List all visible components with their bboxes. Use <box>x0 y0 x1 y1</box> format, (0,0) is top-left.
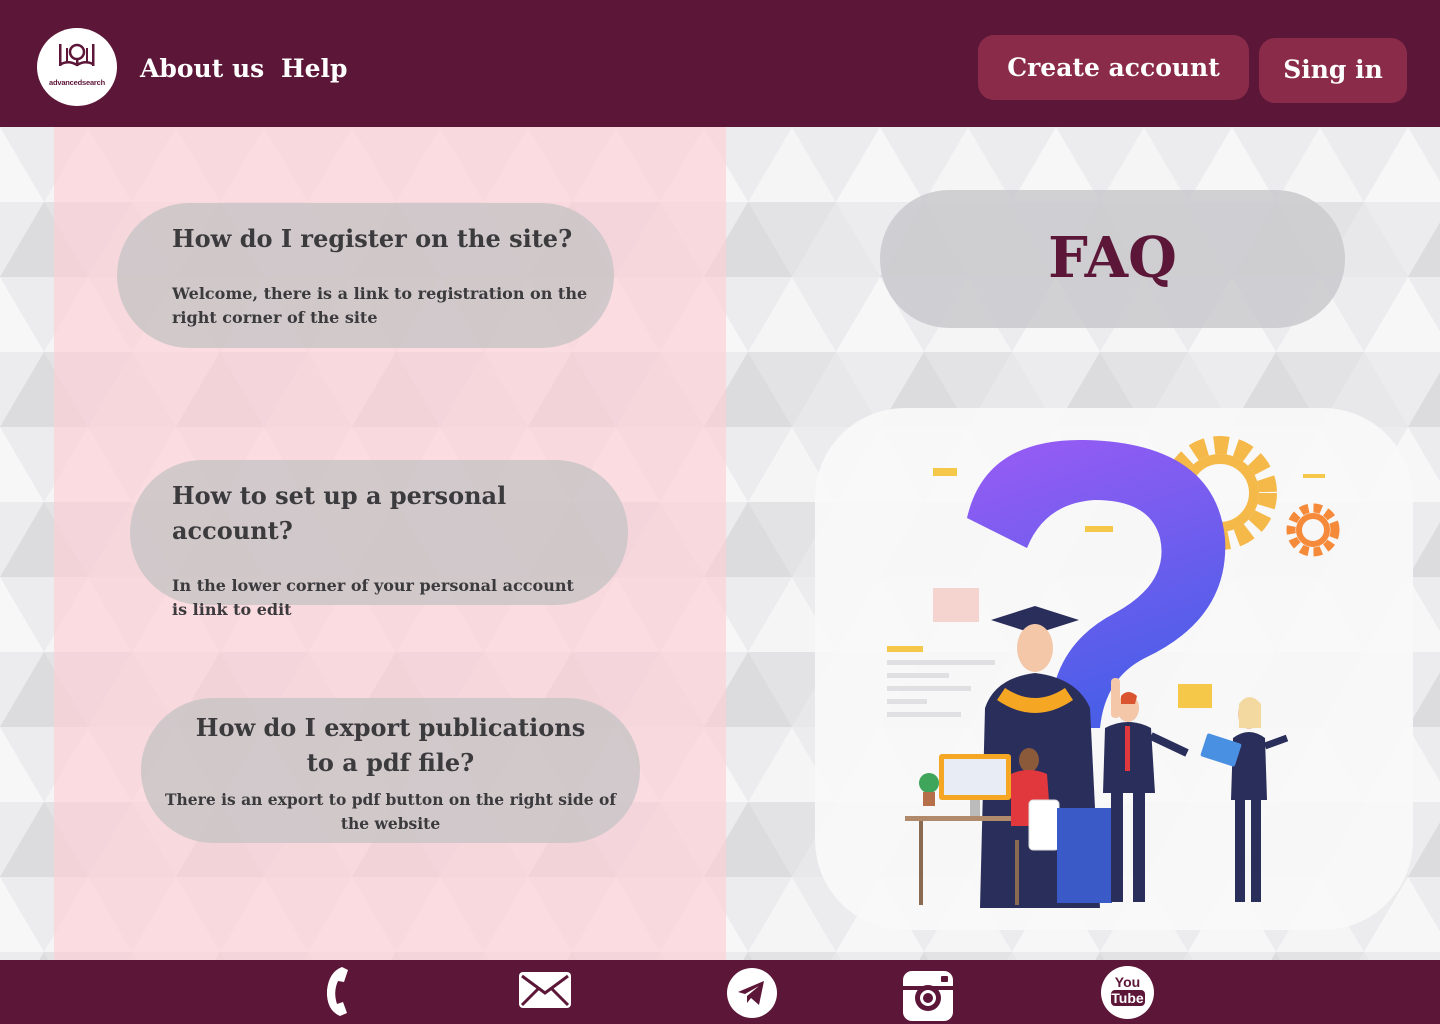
mail-icon[interactable] <box>518 971 572 1011</box>
nav-help[interactable]: Help <box>281 51 348 87</box>
faq-item-register[interactable]: How do I register on the site? Welcome, … <box>117 203 614 348</box>
phone-icon[interactable] <box>322 964 352 1018</box>
instagram-icon[interactable] <box>902 970 954 1022</box>
youtube-text-bottom: Tube <box>1110 990 1145 1006</box>
faq-title: FAQ <box>880 190 1345 328</box>
faq-question: How do I export publications to a pdf fi… <box>195 713 586 777</box>
site-logo[interactable]: advancedsearch <box>37 28 117 106</box>
telegram-icon[interactable] <box>726 967 778 1019</box>
nav-about-us[interactable]: About us <box>140 51 264 87</box>
book-search-icon <box>59 43 95 67</box>
gear-icon <box>1286 503 1340 557</box>
faq-question: How to set up a personal account? <box>172 481 507 545</box>
main-content: How do I register on the site? Welcome, … <box>0 127 1440 960</box>
illustration-card <box>815 408 1413 930</box>
faq-answer: Welcome, there is a link to registration… <box>172 284 588 327</box>
faq-question: How do I register on the site? <box>172 224 573 253</box>
sign-in-button[interactable]: Sing in <box>1259 38 1407 103</box>
logo-text: advancedsearch <box>49 78 105 87</box>
youtube-icon[interactable]: You Tube <box>1101 966 1154 1019</box>
faq-answer: There is an export to pdf button on the … <box>165 790 616 833</box>
faq-answer: In the lower corner of your personal acc… <box>172 576 574 619</box>
footer: You Tube <box>0 960 1440 1024</box>
create-account-button[interactable]: Create account <box>978 35 1249 100</box>
youtube-text-top: You <box>1114 974 1141 990</box>
faq-item-export-pdf[interactable]: How do I export publications to a pdf fi… <box>141 698 640 843</box>
graduates-question-mark-illustration <box>887 436 1340 908</box>
top-header: advancedsearch About us Help Create acco… <box>0 0 1440 127</box>
faq-item-personal-account[interactable]: How to set up a personal account? In the… <box>130 460 628 619</box>
